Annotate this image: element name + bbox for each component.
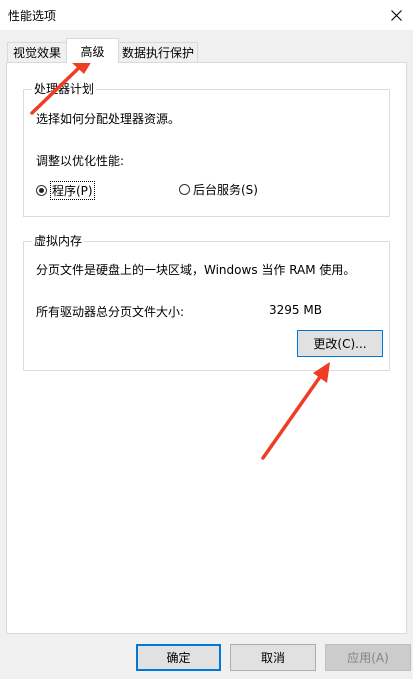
tab-label: 数据执行保护: [121, 46, 194, 60]
tab-panel-advanced: 处理器计划 选择如何分配处理器资源。 调整以优化性能: 程序(P) 后台服务(S…: [6, 62, 407, 634]
tab-data-execution-prevention[interactable]: 数据执行保护: [118, 42, 198, 62]
apply-button-label: 应用(A): [347, 651, 389, 665]
adjust-performance-label: 调整以优化性能:: [36, 154, 125, 168]
close-icon: [390, 9, 402, 21]
total-paging-file-label: 所有驱动器总分页文件大小:: [36, 305, 185, 319]
processor-description: 选择如何分配处理器资源。: [36, 112, 181, 126]
processor-scheduling-group: 处理器计划 选择如何分配处理器资源。 调整以优化性能: 程序(P) 后台服务(S…: [23, 82, 390, 217]
apply-button[interactable]: 应用(A): [325, 644, 411, 671]
virtual-memory-description: 分页文件是硬盘上的一块区域，Windows 当作 RAM 使用。: [36, 263, 356, 277]
window-title: 性能选项: [8, 9, 57, 23]
change-button-label: 更改(C)...: [313, 337, 367, 351]
tab-label: 视觉效果: [12, 46, 61, 60]
radio-programs-indicator[interactable]: [36, 185, 47, 196]
radio-background-services-label: 后台服务(S): [193, 183, 258, 197]
radio-background-services-indicator[interactable]: [179, 184, 190, 195]
cancel-button-label: 取消: [260, 651, 285, 665]
close-button[interactable]: [379, 0, 413, 30]
tab-advanced[interactable]: 高级: [66, 38, 119, 63]
processor-scheduling-title: 处理器计划: [32, 82, 97, 96]
radio-programs[interactable]: 程序(P): [36, 181, 95, 200]
tab-label: 高级: [80, 44, 105, 59]
virtual-memory-group: 虚拟内存 分页文件是硬盘上的一块区域，Windows 当作 RAM 使用。 所有…: [23, 234, 390, 371]
total-paging-file-value: 3295 MB: [269, 303, 322, 317]
title-bar: 性能选项: [0, 0, 413, 30]
change-button[interactable]: 更改(C)...: [297, 330, 383, 357]
ok-button[interactable]: 确定: [136, 644, 221, 671]
ok-button-label: 确定: [166, 651, 191, 665]
radio-background-services[interactable]: 后台服务(S): [179, 181, 258, 198]
cancel-button[interactable]: 取消: [230, 644, 316, 671]
tab-visual-effects[interactable]: 视觉效果: [7, 42, 67, 62]
virtual-memory-title: 虚拟内存: [32, 234, 85, 248]
radio-programs-label: 程序(P): [50, 181, 95, 200]
